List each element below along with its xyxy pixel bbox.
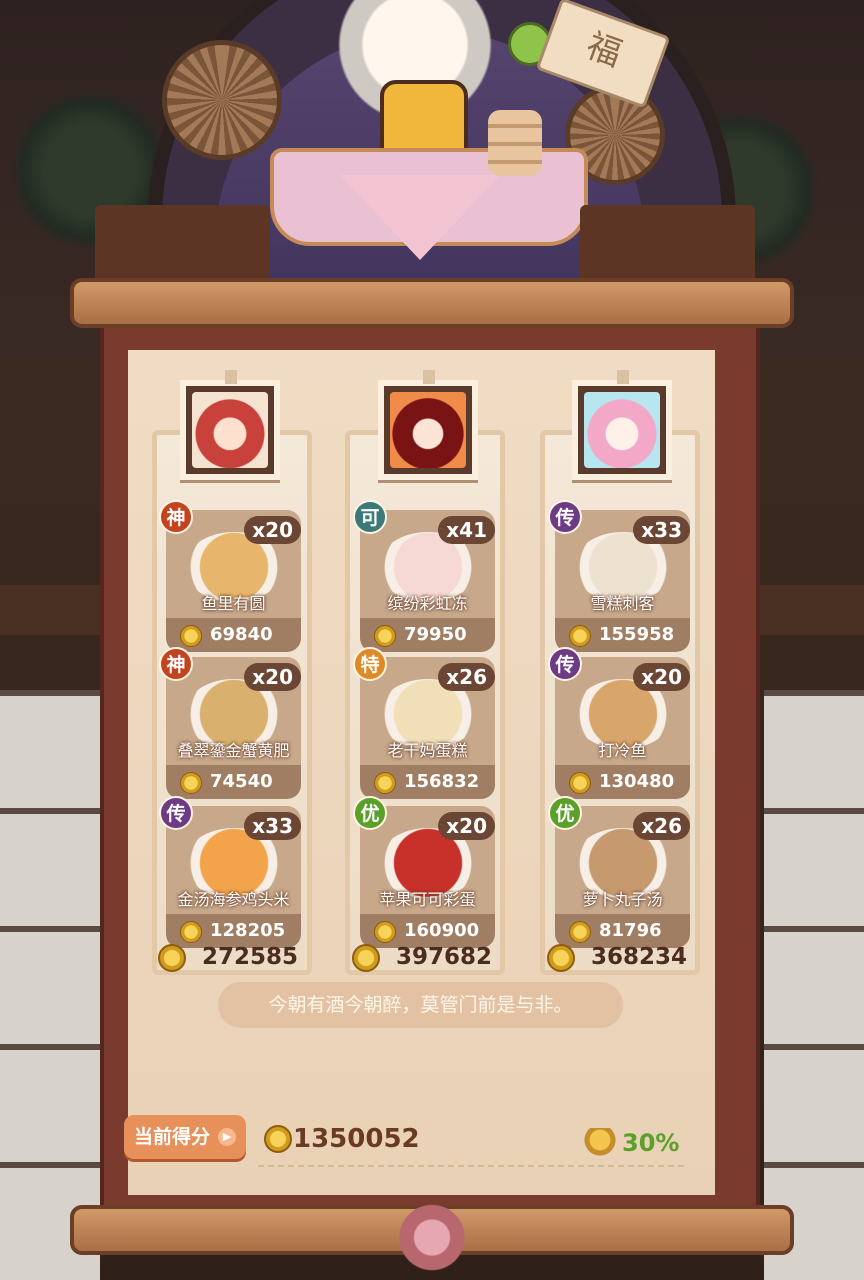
dish-price: 81796 <box>599 920 662 941</box>
dish-count: x26 <box>438 663 495 691</box>
dish-price: 156832 <box>404 771 480 792</box>
grade-badge: 传 <box>159 796 193 830</box>
dashed-divider <box>258 1165 684 1167</box>
grade-badge: 传 <box>548 500 582 534</box>
dish-price-bar: 156832 <box>360 765 495 799</box>
grade-badge: 传 <box>548 647 582 681</box>
grade-badge: 特 <box>353 647 387 681</box>
dish-card[interactable]: 130480 传 x20 打冷鱼 <box>548 647 690 799</box>
dish-count: x33 <box>244 812 301 840</box>
dish-price-bar: 74540 <box>166 765 301 799</box>
bonus-percentage: 30% <box>622 1129 680 1157</box>
dish-price: 130480 <box>599 771 675 792</box>
dish-count: x33 <box>633 516 690 544</box>
chef-portrait-3[interactable] <box>572 370 672 480</box>
dish-name: 萝卜丸子汤 <box>582 890 663 909</box>
play-arrow-icon[interactable]: ▶ <box>218 1128 236 1146</box>
quote-banner: 今朝有酒今朝醉，莫管门前是与非。 <box>218 982 623 1028</box>
dish-card[interactable]: 74540 神 x20 叠翠鎏金蟹黄肥 <box>159 647 301 799</box>
pin-icon <box>225 370 237 384</box>
grade-badge: 优 <box>353 796 387 830</box>
dish-count: x20 <box>244 516 301 544</box>
dish-name: 鱼里有圆 <box>201 594 266 613</box>
dish-count: x20 <box>633 663 690 691</box>
avatar <box>584 392 660 468</box>
column-total-value: 397682 <box>396 944 493 970</box>
gold-coin-icon <box>180 772 202 794</box>
gold-coin-icon <box>180 625 202 647</box>
dish-price: 74540 <box>210 771 273 792</box>
pin-icon <box>617 370 629 384</box>
dish-name: 叠翠鎏金蟹黄肥 <box>177 741 290 760</box>
dish-price: 128205 <box>210 920 286 941</box>
scroll-rod-top <box>70 278 794 328</box>
dish-price-bar: 79950 <box>360 618 495 652</box>
column-total-value: 368234 <box>591 944 688 970</box>
dish-card[interactable]: 79950 可 x41 缤纷彩虹冻 <box>353 500 495 652</box>
current-score-label: 当前得分 <box>134 1126 211 1148</box>
avatar <box>390 392 466 468</box>
gold-coin-icon <box>374 772 396 794</box>
dish-card[interactable]: 160900 优 x20 苹果可可彩蛋 <box>353 796 495 948</box>
dish-card[interactable]: 155958 传 x33 雪糕刺客 <box>548 500 690 652</box>
dish-price-bar: 130480 <box>555 765 690 799</box>
column-total-1: 272585 <box>158 942 328 974</box>
lucky-bag-icon[interactable] <box>582 1128 618 1158</box>
dish-price-bar: 69840 <box>166 618 301 652</box>
dish-card[interactable]: 69840 神 x20 鱼里有圆 <box>159 500 301 652</box>
grade-badge: 神 <box>159 500 193 534</box>
grade-badge: 可 <box>353 500 387 534</box>
folding-fan-left <box>162 40 282 160</box>
dish-count: x20 <box>438 812 495 840</box>
chef-portrait-1[interactable] <box>180 370 280 480</box>
dish-name: 缤纷彩虹冻 <box>387 594 468 613</box>
gold-coin-icon <box>158 944 186 972</box>
dish-count: x26 <box>633 812 690 840</box>
current-score-value: 1350052 <box>293 1124 420 1154</box>
dish-card[interactable]: 81796 优 x26 萝卜丸子汤 <box>548 796 690 948</box>
dish-card[interactable]: 128205 传 x33 金汤海参鸡头米 <box>159 796 301 948</box>
folding-screen-left <box>0 690 100 1280</box>
pin-icon <box>423 370 435 384</box>
dish-name: 苹果可可彩蛋 <box>379 890 476 909</box>
gold-coin-icon <box>374 921 396 943</box>
grade-badge: 神 <box>159 647 193 681</box>
dish-name: 雪糕刺客 <box>590 594 655 613</box>
dish-price-bar: 155958 <box>555 618 690 652</box>
avatar <box>192 392 268 468</box>
folding-screen-right <box>764 690 864 1280</box>
column-total-2: 397682 <box>352 942 522 974</box>
gold-coin-icon <box>352 944 380 972</box>
gold-coin-icon <box>569 625 591 647</box>
gold-coin-icon <box>264 1125 292 1153</box>
dish-card[interactable]: 156832 特 x26 老干妈蛋糕 <box>353 647 495 799</box>
dish-name: 打冷鱼 <box>598 741 647 760</box>
dish-name: 老干妈蛋糕 <box>387 741 468 760</box>
stacked-bowls <box>488 110 542 176</box>
chef-portrait-2[interactable] <box>378 370 478 480</box>
column-total-3: 368234 <box>547 942 717 974</box>
dish-count: x41 <box>438 516 495 544</box>
dish-price: 160900 <box>404 920 480 941</box>
column-total-value: 272585 <box>202 944 299 970</box>
gold-coin-icon <box>180 921 202 943</box>
dish-price: 155958 <box>599 624 675 645</box>
dish-price: 79950 <box>404 624 467 645</box>
gold-coin-icon <box>547 944 575 972</box>
grade-badge: 优 <box>548 796 582 830</box>
dish-price: 69840 <box>210 624 273 645</box>
gold-coin-icon <box>374 625 396 647</box>
dish-count: x20 <box>244 663 301 691</box>
gold-coin-icon <box>569 772 591 794</box>
dish-name: 金汤海参鸡头米 <box>177 890 290 909</box>
gold-coin-icon <box>569 921 591 943</box>
chinese-knot-icon <box>392 1195 472 1280</box>
